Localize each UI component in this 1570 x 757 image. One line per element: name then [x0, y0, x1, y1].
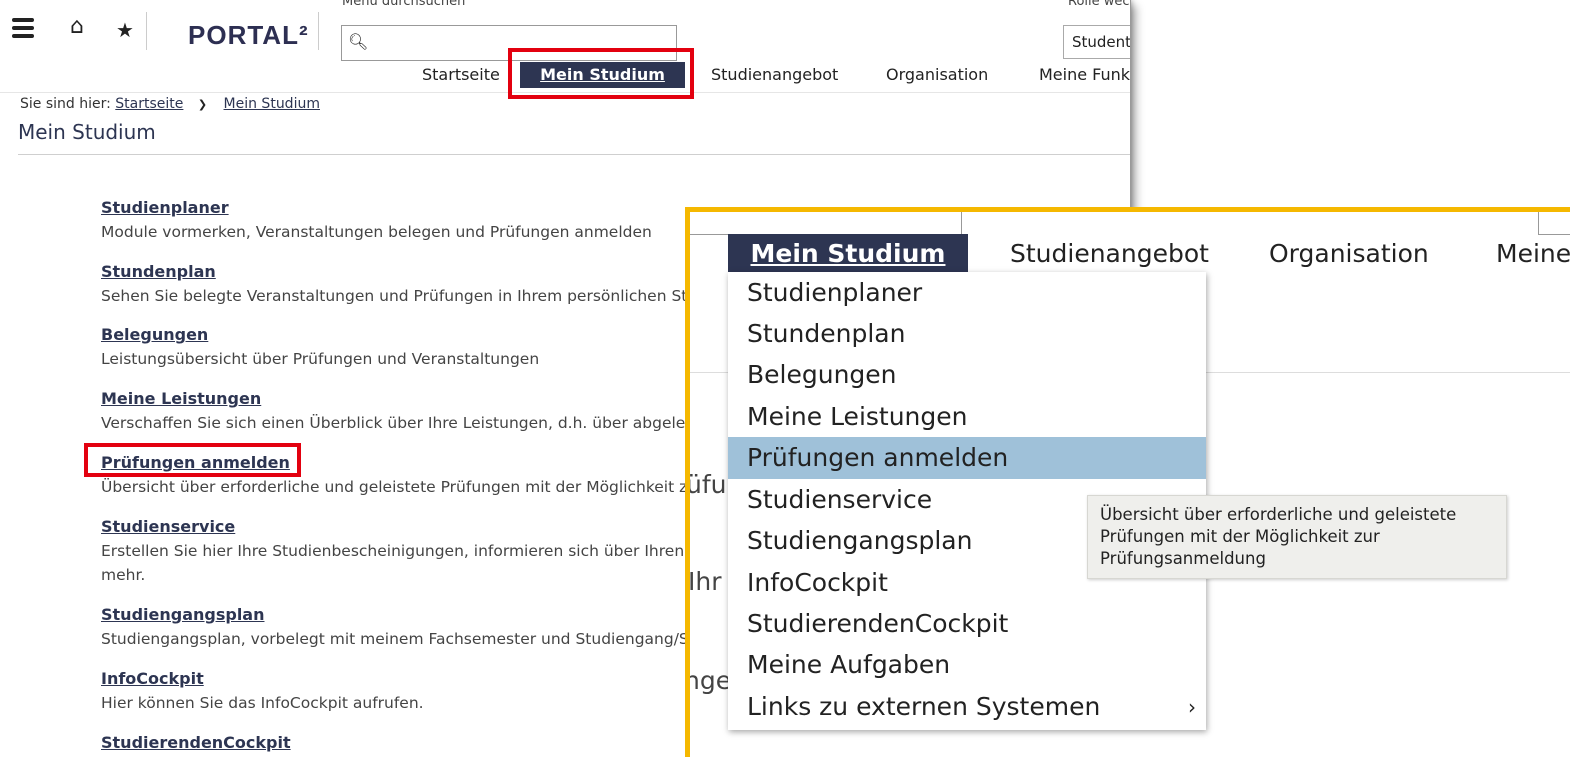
menu-item-label: Links zu externen Systemen	[747, 692, 1101, 721]
entry-description: Erstellen Sie hier Ihre Studienbescheini…	[101, 542, 700, 560]
entry-link[interactable]: Studiengangsplan	[101, 603, 705, 627]
chevron-right-icon: ›	[1188, 695, 1196, 719]
hamburger-menu-icon[interactable]	[12, 18, 34, 38]
list-item: InfoCockpit Hier können Sie das InfoCock…	[101, 667, 424, 715]
home-icon[interactable]: ⌂	[70, 14, 84, 39]
search-box	[690, 212, 962, 235]
star-icon[interactable]: ★	[116, 18, 134, 42]
entry-link[interactable]: Studienservice	[101, 515, 700, 539]
breadcrumb-startseite[interactable]: Startseite	[115, 96, 183, 112]
background-text: Ihr	[688, 567, 722, 596]
nav-startseite[interactable]: Startseite	[422, 62, 500, 88]
nav-studienangebot[interactable]: Studienangebot	[1010, 234, 1209, 274]
menu-item-meine-aufgaben[interactable]: Meine Aufgaben	[728, 644, 1206, 686]
nav-studienangebot[interactable]: Studienangebot	[711, 62, 838, 88]
entry-link[interactable]: Meine Leistungen	[101, 387, 711, 411]
list-item: Studienplaner Module vormerken, Veransta…	[101, 196, 652, 244]
menu-item-studierendencockpit[interactable]: StudierendenCockpit	[728, 603, 1206, 645]
nav-meine-funktionen[interactable]: Meine Funkt	[1039, 62, 1130, 88]
entry-description: Hier können Sie das InfoCockpit aufrufen…	[101, 694, 424, 712]
menu-item-stundenplan[interactable]: Stundenplan	[728, 313, 1206, 355]
entry-description: Übersicht über erforderliche und geleist…	[101, 478, 704, 496]
breadcrumb-prefix: Sie sind hier:	[20, 96, 111, 112]
entry-description: Studiengangsplan, vorbelegt mit meinem F…	[101, 630, 705, 648]
list-item: Studienservice Erstellen Sie hier Ihre S…	[101, 515, 700, 587]
page-title: Mein Studium	[18, 120, 156, 144]
background-text: üfu	[686, 470, 727, 499]
nav-meine-funktionen[interactable]: Meine	[1496, 234, 1570, 274]
chevron-right-icon: ❯	[197, 98, 208, 111]
menu-item-belegungen[interactable]: Belegungen	[728, 354, 1206, 396]
entry-description: Leistungsübersicht über Prüfungen und Ve…	[101, 350, 540, 368]
entry-link[interactable]: InfoCockpit	[101, 667, 424, 691]
entry-description: Verschaffen Sie sich einen Überblick übe…	[101, 414, 711, 432]
list-item: Belegungen Leistungsübersicht über Prüfu…	[101, 323, 539, 371]
breadcrumb-mein-studium[interactable]: Mein Studium	[224, 96, 320, 112]
divider	[318, 12, 319, 50]
menu-item-meine-leistungen[interactable]: Meine Leistungen	[728, 396, 1206, 438]
tooltip: Übersicht über erforderliche und geleist…	[1087, 495, 1507, 579]
menu-item-studienplaner[interactable]: Studienplaner	[728, 272, 1206, 314]
menu-item-links-externe-systeme[interactable]: Links zu externen Systemen ›	[728, 686, 1206, 728]
search-icon: 🔍︎	[348, 32, 369, 51]
entry-description: Module vormerken, Veranstaltungen belege…	[101, 223, 652, 241]
entry-description: Sehen Sie belegte Veranstaltungen und Pr…	[101, 287, 704, 305]
nav-organisation[interactable]: Organisation	[1269, 234, 1429, 274]
role-select	[1538, 212, 1570, 235]
list-item: Meine Leistungen Verschaffen Sie sich ei…	[101, 387, 711, 435]
zoom-panel: Mein Studium Studienangebot Organisation…	[685, 207, 1570, 757]
entry-link[interactable]: Stundenplan	[101, 260, 704, 284]
role-select[interactable]: Student	[1063, 25, 1130, 59]
role-caption: Rolle wechseln	[1068, 0, 1130, 9]
highlight-box-entry	[84, 443, 301, 477]
entry-link[interactable]: StudierendenCockpit	[101, 731, 291, 755]
portal-logo[interactable]: PORTAL²	[188, 20, 309, 51]
search-caption: Menü durchsuchen	[342, 0, 466, 9]
nav-mein-studium[interactable]: Mein Studium	[728, 234, 968, 274]
list-item: Studiengangsplan Studiengangsplan, vorbe…	[101, 603, 705, 651]
breadcrumb: Sie sind hier: Startseite ❯ Mein Studium	[20, 96, 320, 112]
entry-link[interactable]: Studienplaner	[101, 196, 652, 220]
list-item: Stundenplan Sehen Sie belegte Veranstalt…	[101, 260, 704, 308]
entry-description: mehr.	[101, 566, 146, 584]
divider	[146, 12, 147, 50]
list-item: StudierendenCockpit	[101, 731, 291, 755]
menu-item-pruefungen-anmelden[interactable]: Prüfungen anmelden	[728, 437, 1206, 479]
nav-organisation[interactable]: Organisation	[886, 62, 988, 88]
highlight-box-nav	[508, 48, 694, 99]
entry-link[interactable]: Belegungen	[101, 323, 539, 347]
divider	[18, 154, 1130, 155]
